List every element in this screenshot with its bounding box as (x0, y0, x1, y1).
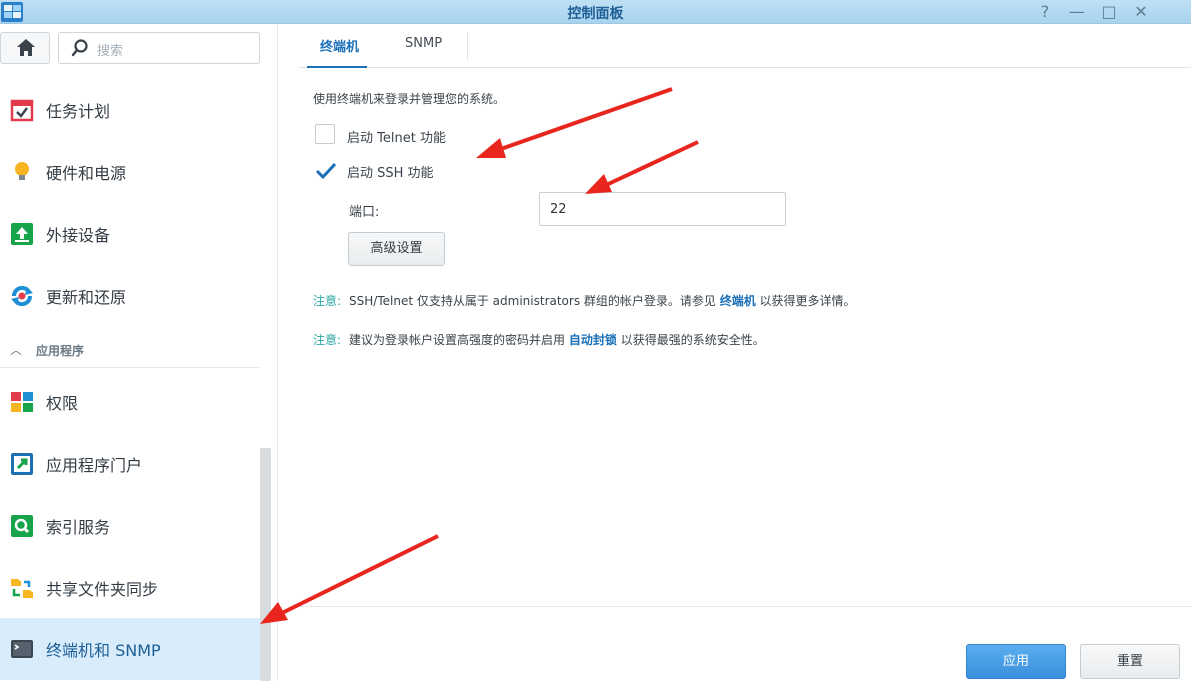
sidebar-item-permissions[interactable]: 权限 (0, 371, 260, 433)
window-title: 控制面板 (567, 6, 624, 22)
terminal-description: 使用终端机来登录并管理您的系统。 (313, 92, 506, 106)
sidebar-item-hardware-power[interactable]: 硬件和电源 (0, 141, 260, 203)
sidebar-item-shared-folder-sync[interactable]: 共享文件夹同步 (0, 557, 260, 619)
minimize-icon[interactable]: — (1064, 1, 1090, 23)
tab-bar: 终端机 SNMP (299, 24, 1191, 68)
sidebar-item-label: 权限 (46, 394, 79, 413)
port-input[interactable]: 22 (539, 192, 786, 226)
maximize-icon[interactable]: □ (1096, 1, 1122, 23)
sidebar-item-update-restore[interactable]: 更新和还原 (0, 265, 260, 327)
note-text: 以获得最强的系统安全性。 (616, 333, 765, 347)
upload-device-icon (11, 223, 33, 245)
footer-divider (299, 606, 1191, 607)
note-text: SSH/Telnet 仅支持从属于 administrators 群组的帐户登录… (349, 294, 720, 308)
sidebar-item-label: 共享文件夹同步 (46, 580, 159, 599)
main-panel: 终端机 SNMP 使用终端机来登录并管理您的系统。 启动 Telnet 功能 启… (299, 24, 1191, 681)
section-header-applications[interactable]: ︿ 应用程序 (0, 334, 260, 368)
note-text: 建议为登录帐户设置高强度的密码并启用 (349, 333, 569, 347)
checkmark-icon (315, 162, 337, 180)
section-label: 应用程序 (36, 344, 85, 358)
ssh-checkbox[interactable] (315, 160, 337, 180)
sidebar-item-external-devices[interactable]: 外接设备 (0, 203, 260, 265)
advanced-settings-button[interactable]: 高级设置 (348, 232, 445, 266)
note-text: 以获得更多详情。 (755, 294, 856, 308)
terminal-help-link[interactable]: 终端机 (720, 294, 756, 308)
sidebar-item-task-scheduler[interactable]: 任务计划 (0, 79, 260, 141)
sidebar-item-label: 外接设备 (46, 226, 111, 245)
permission-icon (11, 392, 33, 412)
port-label: 端口: (349, 205, 380, 220)
sidebar-item-label: 应用程序门户 (46, 456, 143, 475)
sidebar-item-label: 任务计划 (46, 102, 111, 121)
telnet-checkbox[interactable] (315, 124, 335, 144)
tab-snmp[interactable]: SNMP (405, 36, 442, 51)
terminal-icon (11, 640, 33, 658)
close-icon[interactable]: ✕ (1128, 1, 1154, 23)
auto-block-link[interactable]: 自动封锁 (569, 333, 617, 347)
tab-divider (467, 32, 468, 60)
refresh-icon (11, 285, 33, 307)
ssh-label: 启动 SSH 功能 (347, 166, 434, 181)
index-search-icon (11, 515, 33, 537)
active-tab-indicator (307, 66, 367, 68)
lightbulb-icon (15, 162, 29, 180)
sidebar-item-label: 终端机和 SNMP (46, 641, 161, 660)
telnet-label: 启动 Telnet 功能 (347, 131, 446, 146)
home-icon (17, 39, 35, 56)
sidebar-item-label: 索引服务 (46, 518, 111, 537)
search-icon (71, 39, 88, 57)
search-placeholder: 搜索 (97, 44, 124, 59)
chevron-up-icon: ︿ (10, 343, 23, 357)
note-ssh-telnet: 注意: SSH/Telnet 仅支持从属于 administrators 群组的帐… (313, 292, 856, 309)
sidebar-scrollbar[interactable] (260, 448, 271, 681)
apply-button[interactable]: 应用 (966, 644, 1066, 679)
folder-sync-icon (11, 579, 33, 598)
sidebar-item-terminal-snmp[interactable]: 终端机和 SNMP (0, 618, 260, 680)
note-password: 注意: 建议为登录帐户设置高强度的密码并启用 自动封锁 以获得最强的系统安全性。 (313, 331, 765, 348)
sidebar-item-application-portal[interactable]: 应用程序门户 (0, 433, 260, 495)
sidebar-item-indexing-service[interactable]: 索引服务 (0, 495, 260, 557)
reset-button[interactable]: 重置 (1080, 644, 1180, 679)
title-bar: 控制面板 ? — □ ✕ (0, 0, 1191, 24)
search-input[interactable]: 搜索 (58, 32, 260, 64)
calendar-check-icon (10, 99, 34, 122)
sidebar-item-label: 更新和还原 (46, 288, 127, 307)
sidebar-item-label: 硬件和电源 (46, 164, 127, 183)
tab-terminal[interactable]: 终端机 (320, 36, 359, 55)
note-key: 注意: (313, 294, 342, 308)
note-key: 注意: (313, 333, 342, 347)
help-icon[interactable]: ? (1032, 1, 1058, 23)
home-button[interactable] (0, 32, 50, 64)
sidebar: 搜索 任务计划 硬件和电源 外接设备 更新和还原 ︿ 应用程序 权限 应用程序门… (0, 24, 278, 681)
portal-icon (11, 453, 33, 475)
